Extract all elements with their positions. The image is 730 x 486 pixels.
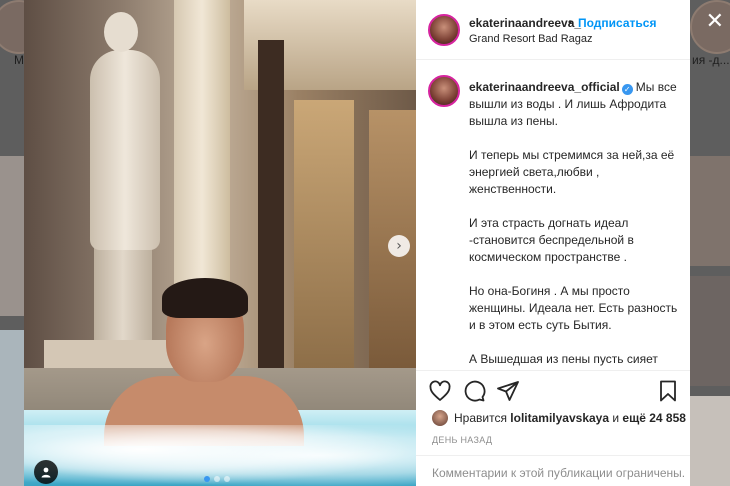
comments-disabled-notice: Комментарии к этой публикации ограничены… xyxy=(416,455,690,486)
caption-paragraph: И эта страсть догнать идеал -становится … xyxy=(469,216,634,264)
caption-paragraph: И теперь мы стремимся за ней,за её энерг… xyxy=(469,148,675,196)
verified-badge-icon: ✓ xyxy=(621,84,633,95)
heart-icon[interactable] xyxy=(428,379,452,403)
photo-glass-panel xyxy=(294,100,354,370)
post-info-panel: ekaterinaandreeva_ • Подписаться Grand R… xyxy=(416,0,690,486)
send-icon[interactable] xyxy=(496,379,520,403)
likes-count[interactable]: ещё 24 858 xyxy=(622,411,686,425)
chevron-right-icon[interactable]: › xyxy=(388,235,410,257)
carousel-dot xyxy=(214,476,220,482)
liker-avatar[interactable] xyxy=(432,410,448,426)
carousel-indicator xyxy=(204,476,230,482)
feed-thumbnail[interactable] xyxy=(690,396,730,486)
location-link[interactable]: Grand Resort Bad Ragaz xyxy=(469,33,593,45)
statue-head xyxy=(104,12,138,52)
feed-thumbnail[interactable] xyxy=(0,156,24,316)
carousel-dot xyxy=(224,476,230,482)
liker-username[interactable]: lolitamilyavskaya xyxy=(510,411,609,425)
bookmark-icon[interactable] xyxy=(656,379,680,403)
comment-icon[interactable] xyxy=(462,379,486,403)
post-photo[interactable]: › xyxy=(24,0,416,486)
story-label-left: М xyxy=(14,53,24,67)
post-caption: ekaterinaandreeva_official ✓ Мы все вышли … xyxy=(416,61,690,370)
author-avatar[interactable] xyxy=(428,14,460,46)
likes-prefix: Нравится xyxy=(454,411,507,425)
post-actions: Нравится lolitamilyavskaya и ещё 24 858 … xyxy=(416,370,690,486)
statue xyxy=(90,50,160,250)
feed-thumbnail[interactable] xyxy=(0,330,24,486)
carousel-dot xyxy=(204,476,210,482)
caption-paragraph: Но она-Богиня . А мы просто женщины. Иде… xyxy=(469,284,678,332)
author-username[interactable]: ekaterinaandreeva_ xyxy=(469,16,581,30)
feed-thumbnail[interactable] xyxy=(690,276,730,386)
feed-thumbnail[interactable] xyxy=(690,156,730,266)
story-label-right: ия -д... xyxy=(692,53,730,67)
likes-text: Нравится lolitamilyavskaya и ещё 24 858 xyxy=(454,411,686,425)
caption-paragraph: А Вышедшая из пены пусть сияет нам своим… xyxy=(469,352,658,370)
person-hair xyxy=(162,278,248,318)
caption-username[interactable]: ekaterinaandreeva_official xyxy=(469,80,620,94)
follow-button[interactable]: Подписаться xyxy=(578,16,656,30)
photo-pillar xyxy=(258,40,284,390)
close-icon[interactable]: ✕ xyxy=(706,8,724,34)
caption-text: ekaterinaandreeva_official ✓ Мы все вышли … xyxy=(469,79,679,370)
user-tag-icon[interactable] xyxy=(34,460,58,484)
caption-avatar[interactable] xyxy=(428,75,460,107)
statue xyxy=(94,240,152,340)
separator-dot: • xyxy=(568,15,573,29)
likes-middle: и xyxy=(612,411,620,425)
post-timestamp[interactable]: ДЕНЬ НАЗАД xyxy=(432,435,492,445)
post-header: ekaterinaandreeva_ • Подписаться Grand R… xyxy=(416,0,690,60)
